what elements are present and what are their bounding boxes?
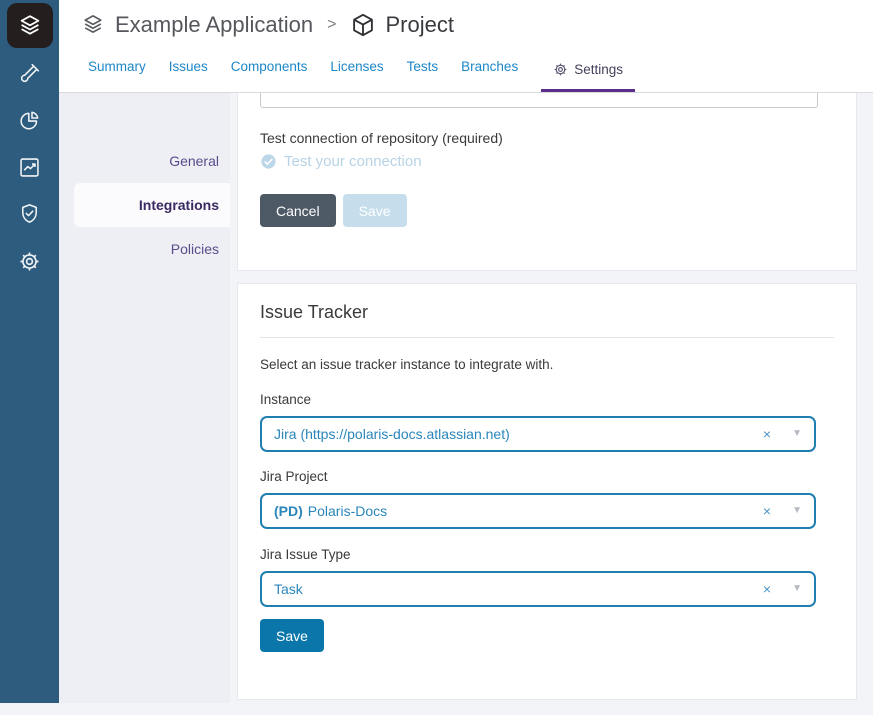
app-logo[interactable] — [7, 3, 53, 48]
page-header: Example Application > Project Summary Is… — [59, 0, 873, 93]
nav-item-general[interactable]: General — [59, 139, 230, 183]
chevron-down-icon[interactable]: ▼ — [792, 429, 802, 439]
tab-components[interactable]: Components — [231, 51, 308, 92]
pie-chart-icon[interactable] — [18, 109, 41, 132]
test-tube-icon[interactable] — [18, 62, 41, 85]
jira-issue-type-select[interactable]: Task × ▼ — [260, 571, 816, 607]
nav-item-policies[interactable]: Policies — [59, 227, 230, 271]
breadcrumb-project[interactable]: Project — [385, 12, 453, 38]
jira-project-select[interactable]: (PD) Polaris-Docs × ▼ — [260, 493, 816, 529]
app-sidebar — [0, 0, 59, 703]
settings-nav: General Integrations Policies — [59, 93, 230, 703]
check-circle-icon — [260, 153, 277, 170]
tab-branches[interactable]: Branches — [461, 51, 518, 92]
repository-form-card: Test connection of repository (required)… — [237, 93, 857, 271]
breadcrumb: Example Application > Project — [80, 9, 454, 41]
clear-icon[interactable]: × — [763, 582, 771, 596]
layers-icon — [16, 12, 44, 40]
cube-icon — [350, 12, 376, 38]
jira-issue-type-value: Task — [274, 581, 763, 597]
test-connection-link[interactable]: Test your connection — [260, 153, 834, 170]
instance-label: Instance — [260, 392, 834, 408]
repository-url-input[interactable] — [260, 93, 818, 108]
nav-item-integrations[interactable]: Integrations — [74, 183, 230, 227]
chevron-down-icon[interactable]: ▼ — [792, 506, 802, 516]
breadcrumb-separator: > — [327, 16, 336, 34]
tab-settings[interactable]: Settings — [541, 54, 635, 92]
jira-project-label: Jira Project — [260, 469, 834, 485]
jira-project-key: (PD) — [274, 503, 303, 519]
cancel-button[interactable]: Cancel — [260, 194, 336, 227]
chevron-down-icon[interactable]: ▼ — [792, 584, 802, 594]
trend-chart-icon[interactable] — [18, 156, 41, 179]
test-connection-text: Test your connection — [284, 153, 422, 170]
issue-tracker-card: Issue Tracker Select an issue tracker in… — [237, 283, 857, 700]
gear-icon[interactable] — [18, 250, 41, 273]
issue-tracker-title: Issue Tracker — [260, 301, 834, 323]
breadcrumb-application[interactable]: Example Application — [115, 12, 313, 38]
clear-icon[interactable]: × — [763, 504, 771, 518]
divider — [260, 337, 834, 338]
save-button[interactable]: Save — [260, 619, 324, 652]
shield-check-icon[interactable] — [18, 202, 41, 225]
tab-settings-label: Settings — [574, 62, 623, 77]
tab-summary[interactable]: Summary — [88, 51, 146, 92]
instance-select[interactable]: Jira (https://polaris-docs.atlassian.net… — [260, 416, 816, 452]
tab-licenses[interactable]: Licenses — [330, 51, 383, 92]
jira-issue-type-label: Jira Issue Type — [260, 547, 834, 563]
tab-issues[interactable]: Issues — [169, 51, 208, 92]
clear-icon[interactable]: × — [763, 427, 771, 441]
gear-icon — [553, 62, 568, 77]
layers-icon — [80, 12, 106, 38]
tab-tests[interactable]: Tests — [407, 51, 439, 92]
project-tabs: Summary Issues Components Licenses Tests… — [88, 51, 635, 92]
main-content: Test connection of repository (required)… — [237, 93, 857, 700]
instance-value: Jira (https://polaris-docs.atlassian.net… — [274, 426, 763, 442]
jira-project-name: Polaris-Docs — [308, 503, 387, 519]
jira-project-value: (PD) Polaris-Docs — [274, 503, 763, 519]
issue-tracker-description: Select an issue tracker instance to inte… — [260, 357, 834, 373]
save-button-disabled[interactable]: Save — [343, 194, 407, 227]
repository-form-actions: Cancel Save — [260, 194, 834, 227]
